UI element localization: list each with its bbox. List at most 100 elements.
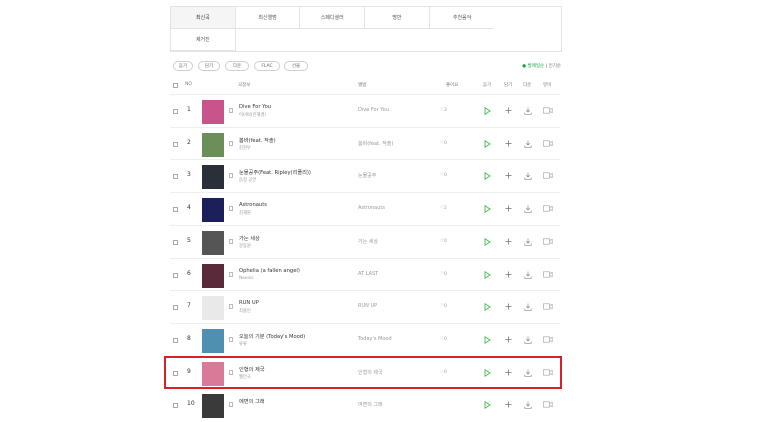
song-info-icon[interactable] <box>229 304 233 310</box>
album-name[interactable]: 눈물공주 <box>358 172 376 179</box>
gift-button[interactable]: 선물 <box>284 61 308 71</box>
album-cover[interactable] <box>202 328 224 353</box>
row-checkbox[interactable] <box>173 174 178 180</box>
add-selected-button[interactable]: 담기 <box>198 61 220 71</box>
artist-name[interactable]: 강동원 <box>239 243 251 249</box>
like-count[interactable]: ♡0 <box>440 239 447 244</box>
play-icon[interactable] <box>484 237 491 246</box>
album-cover[interactable] <box>202 263 224 288</box>
album-cover[interactable] <box>202 198 224 223</box>
music-video-icon[interactable] <box>543 140 553 147</box>
download-icon[interactable] <box>524 238 532 246</box>
song-title[interactable]: 오늘의 기분 (Today's Mood) <box>239 333 305 340</box>
song-row[interactable]: 10 에면의 그래 여면의 그래 <box>170 388 560 422</box>
song-row[interactable]: 5 가는 세상 강동원 가는 세상 ♡0 <box>170 224 560 259</box>
flac-button[interactable]: FLAC <box>254 61 280 71</box>
download-icon[interactable] <box>524 205 532 213</box>
play-icon[interactable] <box>484 335 491 344</box>
download-icon[interactable] <box>524 107 532 115</box>
row-checkbox[interactable] <box>173 403 178 409</box>
album-cover[interactable] <box>202 100 224 124</box>
row-checkbox[interactable] <box>173 305 178 311</box>
album-cover[interactable] <box>202 230 224 255</box>
music-video-icon[interactable] <box>543 270 553 278</box>
play-icon[interactable] <box>484 270 491 279</box>
song-info-icon[interactable] <box>229 140 233 146</box>
like-count[interactable]: ♡0 <box>440 304 447 309</box>
like-count[interactable]: ♡3 <box>440 108 447 113</box>
row-checkbox[interactable] <box>173 109 178 114</box>
tab-4[interactable]: 추천음악 <box>429 7 495 29</box>
music-video-icon[interactable] <box>543 172 553 179</box>
song-info-icon[interactable] <box>229 206 233 212</box>
artist-name[interactable]: 김재원 <box>239 210 251 216</box>
song-title[interactable]: 봄바(feat. 작솔) <box>239 137 276 144</box>
play-icon[interactable] <box>484 401 491 410</box>
row-checkbox[interactable] <box>173 272 178 278</box>
album-name[interactable]: Astronauts <box>358 205 385 211</box>
download-icon[interactable] <box>524 140 532 148</box>
album-name[interactable]: AT LAST <box>358 271 378 277</box>
like-count[interactable]: ♡0 <box>440 141 447 146</box>
artist-name[interactable]: 김현우 <box>239 145 251 151</box>
song-title[interactable]: Astronauts <box>239 202 267 208</box>
song-info-icon[interactable] <box>229 271 233 277</box>
add-icon[interactable] <box>505 107 512 114</box>
album-name[interactable]: Today's Mood <box>358 336 392 342</box>
song-row[interactable]: 7 RUN UP 최홍인 RUN UP ♡0 <box>170 290 560 324</box>
album-name[interactable]: Dive For You <box>358 107 389 113</box>
artist-name[interactable]: Neonic <box>239 276 254 281</box>
play-icon[interactable] <box>484 107 491 115</box>
play-selected-button[interactable]: 듣기 <box>173 61 193 71</box>
download-icon[interactable] <box>524 401 532 409</box>
like-count[interactable]: ♡0 <box>440 272 447 277</box>
song-row[interactable]: 4 Astronauts 김재원 Astronauts ♡2 <box>170 192 560 226</box>
tab-0[interactable]: 최신곡 <box>171 7 236 29</box>
like-count[interactable]: ♡0 <box>440 337 447 342</box>
add-icon[interactable] <box>505 172 512 179</box>
like-count[interactable]: ♡2 <box>440 206 447 211</box>
music-video-icon[interactable] <box>543 107 553 114</box>
song-row[interactable]: 8 오늘의 기분 (Today's Mood) 류류 Today's Mood ♡0 <box>170 322 560 357</box>
add-icon[interactable] <box>505 271 512 278</box>
download-icon[interactable] <box>524 336 532 344</box>
album-cover[interactable] <box>202 394 224 419</box>
song-info-icon[interactable] <box>229 173 233 179</box>
song-info-icon[interactable] <box>229 336 233 342</box>
tab-row2-0[interactable]: 제거진 <box>171 29 236 51</box>
row-checkbox[interactable] <box>173 239 178 245</box>
song-info-icon[interactable] <box>229 108 233 113</box>
like-count[interactable]: ♡0 <box>440 173 447 178</box>
sort-by-popularity[interactable]: 인기순 <box>549 64 561 69</box>
tab-1[interactable]: 최신앨범 <box>235 7 301 29</box>
artist-name[interactable]: 류류 <box>239 341 247 347</box>
artist-name[interactable]: 이비비(민해경) <box>239 112 266 118</box>
song-title[interactable]: 눈물공주(Feat. Ripley(리플리)) <box>239 169 311 176</box>
music-video-icon[interactable] <box>543 303 553 310</box>
add-icon[interactable] <box>505 140 512 147</box>
row-checkbox[interactable] <box>173 207 178 213</box>
download-icon[interactable] <box>524 303 532 311</box>
add-icon[interactable] <box>505 336 512 343</box>
song-title[interactable]: Dive For You <box>239 104 271 110</box>
play-icon[interactable] <box>484 139 491 148</box>
music-video-icon[interactable] <box>543 205 553 212</box>
tab-3[interactable]: 명반 <box>365 7 430 29</box>
album-cover[interactable] <box>202 165 224 190</box>
play-icon[interactable] <box>484 172 491 181</box>
download-icon[interactable] <box>524 271 532 279</box>
artist-name[interactable]: 음정 공연 <box>239 177 256 183</box>
row-checkbox[interactable] <box>173 141 178 147</box>
music-video-icon[interactable] <box>543 336 553 343</box>
sort-by-date[interactable]: ● 발매일순 <box>522 64 544 69</box>
song-row[interactable]: 3 눈물공주(Feat. Ripley(리플리)) 음정 공연 눈물공주 ♡0 <box>170 159 560 193</box>
row-checkbox[interactable] <box>173 337 178 343</box>
add-icon[interactable] <box>505 303 512 310</box>
song-title[interactable]: Ophelia (a fallen angel) <box>239 268 300 274</box>
music-video-icon[interactable] <box>543 238 553 245</box>
album-name[interactable]: 가는 세상 <box>358 238 378 245</box>
song-row[interactable]: 2 봄바(feat. 작솔) 김현우 봄바(feat. 작솔) ♡0 <box>170 126 560 161</box>
play-icon[interactable] <box>484 303 491 312</box>
song-title[interactable]: RUN UP <box>239 300 259 306</box>
album-cover[interactable] <box>202 296 224 321</box>
